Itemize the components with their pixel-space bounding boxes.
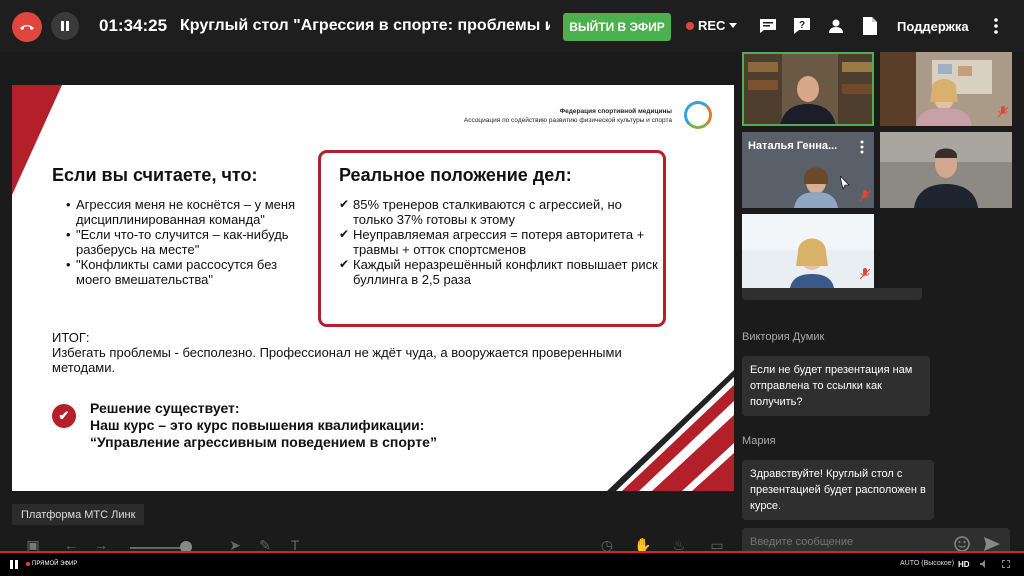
org-association: Ассоциация по содействию развитию физиче… — [463, 117, 672, 124]
end-call-button[interactable] — [12, 12, 42, 42]
live-dot-icon — [26, 562, 30, 566]
participants-icon[interactable] — [826, 16, 846, 36]
solution-line: Наш курс – это курс повышения квалификац… — [90, 417, 425, 433]
video-feed-bookshelf — [744, 54, 872, 124]
box-heading: Реальное положение дел: — [339, 165, 572, 185]
emoji-icon[interactable] — [954, 536, 970, 552]
more-vertical-icon[interactable] — [986, 16, 1006, 36]
chat-author: Мария — [742, 435, 776, 447]
beliefs-list: Агрессия меня не коснётся – у меня дисци… — [66, 197, 306, 287]
video-feed-man — [880, 132, 1012, 208]
event-title: Круглый стол "Агрессия в спорте: проблем… — [180, 17, 550, 34]
pause-icon[interactable] — [10, 560, 18, 569]
list-item: Агрессия меня не коснётся – у меня дисци… — [66, 197, 306, 227]
top-bar: 01:34:25 Круглый стол "Агрессия в спорте… — [0, 0, 1024, 52]
more-vertical-icon[interactable] — [860, 140, 864, 154]
fullscreen-icon[interactable] — [1002, 560, 1010, 568]
quality-selector[interactable]: AUTO (Высокое) — [900, 560, 954, 567]
go-on-air-button[interactable]: ВЫЙТИ В ЭФИР — [563, 13, 671, 41]
left-heading: Если вы считаете, что: — [52, 165, 258, 185]
question-icon[interactable]: ? — [792, 16, 812, 36]
federation-logo — [684, 101, 712, 129]
live-label: ПРЯМОЙ ЭФИР — [32, 561, 78, 567]
participant-tile[interactable] — [742, 52, 874, 126]
record-dropdown[interactable]: REC — [686, 18, 738, 33]
playback-progress[interactable] — [0, 551, 1024, 553]
player-bar: ПРЯМОЙ ЭФИР AUTO (Высокое) HD — [0, 551, 1024, 576]
solution-block: Решение существует: Наш курс – это курс … — [90, 400, 550, 451]
reality-list: 85% тренеров сталкиваются с агрессией, н… — [339, 197, 659, 287]
video-feed-office — [880, 52, 1012, 126]
list-item: "Если что-то случится – как-нибудь разбе… — [66, 227, 306, 257]
support-link[interactable]: Поддержка — [897, 19, 969, 34]
hd-badge[interactable]: HD — [958, 560, 970, 569]
session-timer: 01:34:25 — [99, 16, 168, 35]
list-item: "Конфликты сами рассосутся без моего вме… — [66, 257, 306, 287]
chat-message: Здравствуйте! Круглый стол с презентацие… — [742, 460, 934, 520]
summary-block: ИТОГ: Избегать проблемы - бесполезно. Пр… — [52, 330, 652, 375]
pause-button[interactable] — [51, 12, 79, 40]
cursor-icon — [840, 176, 850, 190]
record-dot-icon — [686, 21, 694, 30]
svg-text:?: ? — [799, 20, 805, 31]
solution-line: Решение существует: — [90, 400, 240, 416]
file-icon[interactable] — [860, 16, 880, 36]
platform-label: Платформа МТС Линк — [12, 504, 145, 525]
pause-icon — [61, 21, 69, 31]
live-indicator: ПРЯМОЙ ЭФИР — [26, 561, 77, 567]
chat-message-cutoff — [742, 288, 922, 300]
summary-text: Избегать проблемы - бесполезно. Професси… — [52, 345, 622, 375]
phone-hangup-icon — [20, 25, 34, 30]
chat-icon[interactable] — [758, 16, 778, 36]
participant-tile[interactable] — [742, 214, 874, 288]
slide-org-header: Федерация спортивной медицины Ассоциация… — [464, 107, 672, 125]
volume-icon[interactable] — [980, 560, 988, 568]
reality-box: Реальное положение дел: 85% тренеров ста… — [318, 150, 666, 327]
record-label: REC — [698, 18, 726, 33]
participant-tile[interactable] — [880, 52, 1012, 126]
participant-tile[interactable] — [880, 132, 1012, 208]
list-item: Каждый неразрешённый конфликт повышает р… — [339, 257, 659, 287]
list-item: 85% тренеров сталкиваются с агрессией, н… — [339, 197, 659, 227]
mic-muted-icon — [860, 268, 870, 280]
chat-author: Виктория Думик — [742, 331, 825, 343]
send-icon[interactable] — [984, 537, 1000, 551]
mic-muted-icon — [860, 190, 870, 202]
chevron-down-icon — [729, 22, 738, 28]
summary-label: ИТОГ: — [52, 330, 90, 345]
presentation-slide: Федерация спортивной медицины Ассоциация… — [12, 85, 734, 491]
chat-message-input[interactable] — [750, 536, 940, 548]
participant-name: Наталья Генна... — [748, 140, 838, 152]
chat-message: Если не будет презентация нам отправлена… — [742, 356, 930, 416]
mic-muted-icon — [998, 106, 1008, 118]
video-feed-woman-blonde — [742, 214, 874, 288]
org-name: Федерация спортивной медицины — [559, 108, 672, 115]
solution-line: “Управление агрессивным поведением в спо… — [90, 434, 437, 450]
participant-tile[interactable]: Наталья Генна... — [742, 132, 874, 208]
checkmark-icon: ✔ — [52, 404, 76, 428]
list-item: Неуправляемая агрессия = потеря авторите… — [339, 227, 659, 257]
